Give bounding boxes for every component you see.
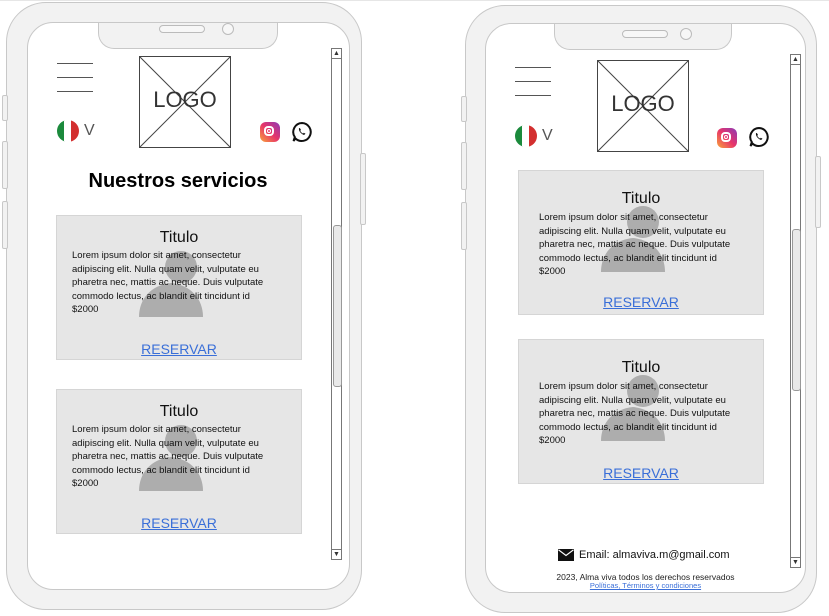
card-description: Lorem ipsum dolor sit amet, consectetur … — [539, 211, 761, 279]
scroll-down-arrow-icon[interactable]: ▼ — [332, 549, 341, 559]
phone-power-button — [360, 153, 366, 225]
reservar-link[interactable]: RESERVAR — [519, 294, 763, 310]
phone-screen-left: LOGO V Nuestros servicios Titulo Lorem i… — [27, 22, 350, 590]
card-price: $2000 — [539, 266, 566, 277]
phone-side-button — [2, 201, 8, 249]
whatsapp-icon[interactable] — [748, 126, 770, 148]
footer-email: Email: almaviva.m@gmail.com — [579, 549, 730, 561]
phone-side-button — [461, 142, 467, 190]
language-dropdown-chevron[interactable]: V — [84, 122, 95, 140]
speaker-grille — [159, 25, 205, 33]
reservar-link[interactable]: RESERVAR — [57, 515, 301, 531]
instagram-icon[interactable] — [717, 128, 737, 148]
phone-side-button — [2, 141, 8, 189]
scrollbar[interactable]: ▲ ▼ — [331, 48, 342, 560]
phone-side-button — [461, 96, 467, 122]
instagram-icon[interactable] — [260, 122, 280, 142]
phone-screen-right: LOGO V Titulo Lorem ipsum dolor sit amet… — [485, 23, 806, 593]
logo-text: LOGO — [153, 87, 217, 112]
speaker-grille — [622, 30, 668, 38]
scrollbar[interactable]: ▲ ▼ — [790, 54, 801, 568]
card-price: $2000 — [72, 304, 99, 315]
phone-frame-right: LOGO V Titulo Lorem ipsum dolor sit amet… — [461, 5, 821, 613]
card-price: $2000 — [539, 435, 566, 446]
page-title: Nuestros servicios — [88, 170, 268, 192]
footer-legal-links[interactable]: Políticas, Términos y condiciones — [486, 581, 805, 590]
card-title: Titulo — [159, 229, 199, 246]
envelope-icon — [558, 549, 574, 561]
scroll-up-arrow-icon[interactable]: ▲ — [791, 55, 800, 65]
card-description: Lorem ipsum dolor sit amet, consectetur … — [72, 249, 297, 317]
front-camera — [222, 23, 234, 35]
hamburger-menu-icon[interactable] — [515, 67, 551, 97]
card-description: Lorem ipsum dolor sit amet, consectetur … — [72, 423, 297, 491]
service-card: Titulo Lorem ipsum dolor sit amet, conse… — [518, 170, 764, 315]
logo-text: LOGO — [611, 91, 675, 116]
card-price: $2000 — [72, 478, 99, 489]
logo-placeholder: LOGO — [139, 56, 231, 148]
scroll-down-arrow-icon[interactable]: ▼ — [791, 557, 800, 567]
mexico-flag-icon[interactable] — [515, 125, 537, 147]
scroll-up-arrow-icon[interactable]: ▲ — [332, 49, 341, 59]
hamburger-menu-icon[interactable] — [57, 63, 93, 93]
front-camera — [680, 28, 692, 40]
top-divider — [0, 0, 829, 1]
phone-side-button — [2, 95, 8, 121]
card-description: Lorem ipsum dolor sit amet, consectetur … — [539, 380, 761, 448]
card-title: Titulo — [621, 190, 661, 207]
logo-placeholder: LOGO — [597, 60, 689, 152]
phone-side-button — [461, 202, 467, 250]
reservar-link[interactable]: RESERVAR — [57, 341, 301, 357]
reservar-link[interactable]: RESERVAR — [519, 465, 763, 481]
whatsapp-icon[interactable] — [291, 121, 313, 143]
card-title: Titulo — [621, 359, 661, 376]
language-dropdown-chevron[interactable]: V — [542, 127, 553, 145]
phone-frame-left: LOGO V Nuestros servicios Titulo Lorem i… — [2, 2, 366, 610]
service-card: Titulo Lorem ipsum dolor sit amet, conse… — [56, 215, 302, 360]
card-title: Titulo — [159, 403, 199, 420]
scrollbar-thumb[interactable] — [792, 229, 801, 391]
mexico-flag-icon[interactable] — [57, 120, 79, 142]
scrollbar-thumb[interactable] — [333, 225, 342, 387]
service-card: Titulo Lorem ipsum dolor sit amet, conse… — [56, 389, 302, 534]
phone-power-button — [815, 156, 821, 228]
service-card: Titulo Lorem ipsum dolor sit amet, conse… — [518, 339, 764, 484]
